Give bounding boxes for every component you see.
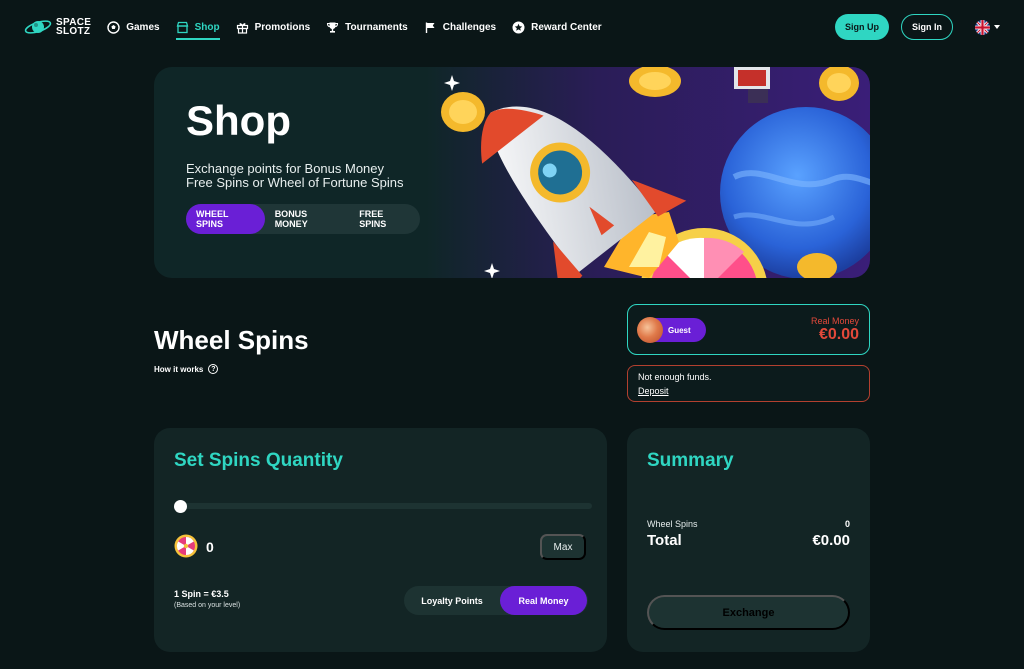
nav-item-label: Reward Center xyxy=(531,21,602,33)
logo[interactable]: SPACE SLOTZ xyxy=(24,16,91,38)
flag-icon xyxy=(424,21,437,34)
payment-type-toggle: Loyalty Points Real Money xyxy=(404,586,588,615)
hero-subtitle-line-2: Free Spins or Wheel of Fortune Spins xyxy=(186,175,404,190)
gift-icon xyxy=(236,21,249,34)
balance-label: Real Money xyxy=(810,316,859,326)
real-money-option[interactable]: Real Money xyxy=(500,586,587,615)
summary-row-value: 0 xyxy=(844,519,850,529)
exchange-button[interactable]: Exchange xyxy=(647,595,850,630)
how-it-works-label: How it works xyxy=(154,364,204,374)
shop-category-tabs: WHEEL SPINS BONUS MONEY FREE SPINS xyxy=(186,204,420,234)
shop-hero-banner: Shop Exchange points for Bonus Money Fre… xyxy=(154,67,870,278)
rocket-illustration xyxy=(441,67,870,278)
avatar xyxy=(637,317,663,343)
sign-in-button[interactable]: Sign In xyxy=(901,14,953,40)
nav-links: Games Shop Promotions Tournaments Challe… xyxy=(107,11,602,43)
set-quantity-panel: Set Spins Quantity 0 Max 1 Spin = €3.5 (… xyxy=(154,428,607,652)
quantity-slider-track[interactable] xyxy=(174,503,592,509)
quantity-value: 0 xyxy=(206,539,214,555)
user-pill[interactable]: Guest xyxy=(637,317,706,343)
tab-bonus-money[interactable]: BONUS MONEY xyxy=(265,204,350,234)
uk-flag-icon xyxy=(975,19,990,35)
nav-actions: Sign Up Sign In xyxy=(835,14,1000,40)
nav-item-reward-center[interactable]: Reward Center xyxy=(512,11,602,43)
trophy-icon xyxy=(326,21,339,34)
summary-row-label: Wheel Spins xyxy=(647,519,698,529)
nav-item-label: Games xyxy=(126,21,160,33)
max-button[interactable]: Max xyxy=(540,534,586,560)
nav-item-label: Promotions xyxy=(254,21,311,33)
summary-title: Summary xyxy=(647,450,734,471)
logo-text: SPACE SLOTZ xyxy=(56,18,91,37)
user-name: Guest xyxy=(668,325,691,335)
spin-rate: 1 Spin = €3.5 xyxy=(174,589,229,599)
nav-item-challenges[interactable]: Challenges xyxy=(424,11,496,43)
coin-icon xyxy=(441,92,485,132)
balance-card: Guest Real Money €0.00 xyxy=(627,304,870,355)
fortune-wheel-icon xyxy=(174,534,198,558)
soccer-ball-icon xyxy=(107,20,120,34)
nav-item-games[interactable]: Games xyxy=(107,11,160,43)
summary-panel: Summary Wheel Spins 0 Total €0.00 Exchan… xyxy=(627,428,870,652)
nav-item-label: Tournaments xyxy=(345,21,408,33)
balance-amount: €0.00 xyxy=(818,326,859,343)
total-value: €0.00 xyxy=(812,532,850,549)
panel-title: Set Spins Quantity xyxy=(174,450,343,471)
star-icon xyxy=(512,21,525,34)
hero-subtitle-line-1: Exchange points for Bonus Money xyxy=(186,161,385,176)
sign-up-button[interactable]: Sign Up xyxy=(835,14,889,40)
nav-item-tournaments[interactable]: Tournaments xyxy=(326,11,408,43)
section-title: Wheel Spins xyxy=(154,325,309,355)
language-selector[interactable] xyxy=(975,19,1000,35)
tab-free-spins[interactable]: FREE SPINS xyxy=(349,204,420,234)
spin-rate-note: (Based on your level) xyxy=(174,602,241,609)
page-title: Shop xyxy=(186,97,291,144)
quantity-slider-thumb[interactable] xyxy=(174,500,187,513)
nav-item-label: Shop xyxy=(194,21,220,33)
insufficient-funds-alert: Not enough funds. Deposit xyxy=(627,365,870,402)
logo-line-2: SLOTZ xyxy=(56,26,91,37)
hero-subtitle: Exchange points for Bonus Money Free Spi… xyxy=(186,162,446,190)
total-label: Total xyxy=(647,532,682,549)
alert-text: Not enough funds. xyxy=(638,372,712,382)
nav-item-promotions[interactable]: Promotions xyxy=(236,11,311,43)
deposit-link[interactable]: Deposit xyxy=(638,386,669,396)
loyalty-points-option[interactable]: Loyalty Points xyxy=(404,586,500,615)
tab-wheel-spins[interactable]: WHEEL SPINS xyxy=(186,204,265,234)
store-icon xyxy=(176,21,189,34)
nav-item-label: Challenges xyxy=(442,21,497,33)
top-nav: SPACE SLOTZ Games Shop Promotions Tourna… xyxy=(0,0,1024,54)
how-it-works-link[interactable]: How it works ? xyxy=(154,364,219,374)
question-icon: ? xyxy=(208,364,219,374)
nav-item-shop[interactable]: Shop xyxy=(175,11,220,43)
planet-logo-icon xyxy=(24,20,52,34)
chevron-down-icon xyxy=(994,25,1000,29)
